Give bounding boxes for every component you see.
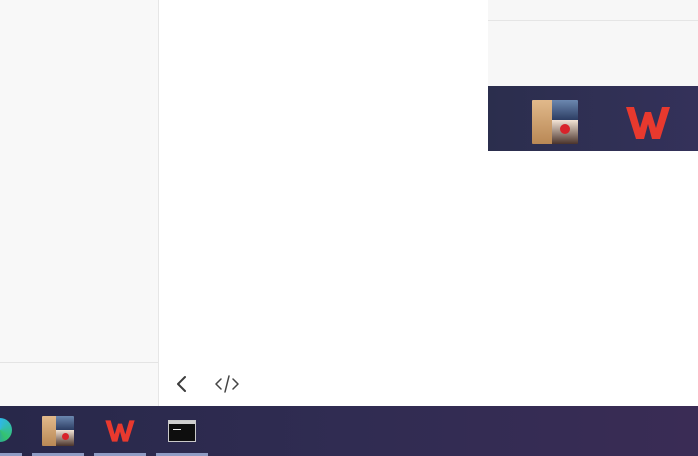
- taskbar-item-terminal[interactable]: [156, 406, 208, 456]
- left-panel: [0, 0, 159, 406]
- taskbar-item-wps[interactable]: [94, 406, 146, 456]
- chevron-left-icon: [177, 376, 186, 392]
- app-preview-overlay: [488, 0, 698, 151]
- wps-office-icon: [105, 420, 135, 442]
- code-icon: [215, 375, 239, 393]
- photos-app-icon: [532, 100, 578, 144]
- taskbar-item-edge[interactable]: [0, 406, 24, 456]
- overlay-wps-icon[interactable]: [624, 104, 672, 146]
- overlay-header: [488, 0, 698, 86]
- wps-office-icon: [626, 107, 670, 139]
- photos-app-icon: [42, 416, 74, 446]
- overlay-photos-icon[interactable]: [532, 100, 578, 144]
- left-panel-divider: [0, 362, 158, 363]
- terminal-icon: [168, 420, 196, 442]
- code-view-button[interactable]: [214, 372, 240, 396]
- taskbar-item-photos[interactable]: [32, 406, 84, 456]
- back-button[interactable]: [169, 372, 195, 396]
- overlay-divider: [488, 20, 698, 21]
- overlay-taskbar-preview: [488, 86, 698, 151]
